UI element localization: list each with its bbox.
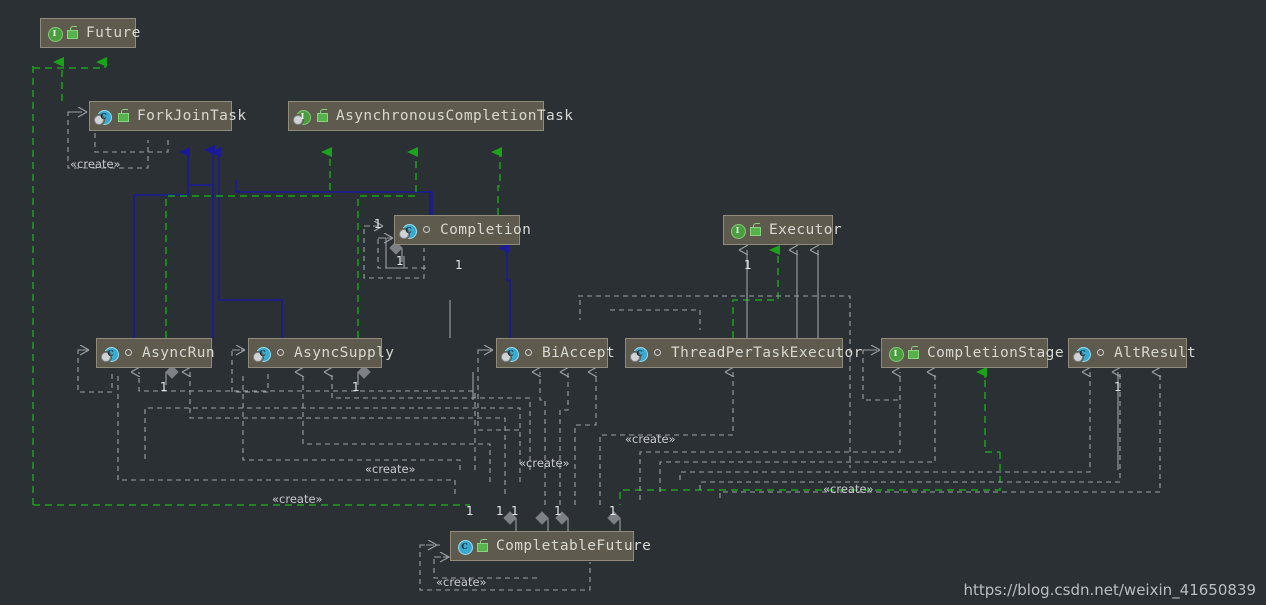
node-icons	[457, 539, 488, 555]
node-completablefuture[interactable]: CompletableFuture	[450, 531, 651, 561]
interface-icon	[888, 346, 904, 362]
cardinality-label: 1	[455, 258, 463, 272]
package-private-icon	[1096, 348, 1106, 358]
class-icon	[457, 539, 473, 555]
node-label: AsyncRun	[142, 344, 216, 361]
cardinality-label: 1	[496, 504, 504, 518]
node-asyncsupply[interactable]: AsyncSupply	[248, 338, 394, 368]
node-label: Future	[86, 24, 141, 41]
nested-interface-icon	[293, 109, 312, 125]
node-forkjointask[interactable]: ForkJoinTask	[89, 101, 246, 131]
node-label: ThreadPerTaskExecutor	[671, 344, 863, 361]
node-asyncrun[interactable]: AsyncRun	[96, 338, 216, 368]
interface-icon	[730, 223, 746, 239]
node-label: CompletableFuture	[496, 537, 652, 554]
package-private-icon	[422, 225, 432, 235]
nested-class-icon	[94, 109, 113, 125]
node-future[interactable]: Future	[40, 18, 140, 48]
node-label: AsyncSupply	[294, 344, 395, 361]
node-label: Executor	[769, 221, 843, 238]
nested-class-icon	[399, 223, 418, 239]
node-icons	[101, 346, 134, 362]
node-label: AltResult	[1114, 344, 1197, 361]
node-icons	[47, 26, 78, 42]
node-icons	[501, 346, 534, 362]
node-icons	[94, 109, 129, 125]
interface-icon	[47, 26, 63, 42]
edge-label-create: «create»	[365, 462, 416, 476]
edge-layer	[32, 57, 1266, 591]
nested-class-icon	[253, 346, 272, 362]
edge-label-create: «create»	[272, 492, 323, 506]
package-private-icon	[276, 348, 286, 358]
package-private-icon	[124, 348, 134, 358]
aggregation-edges	[165, 238, 621, 531]
uml-class-diagram: Future ForkJoinTask AsynchronousCompleti…	[0, 0, 1266, 605]
cardinality-label: 1	[160, 380, 168, 394]
edge-label-create: «create»	[70, 157, 121, 171]
cardinality-label: 1	[554, 504, 562, 518]
cardinality-label: 1	[1114, 380, 1122, 394]
cardinality-label: 1	[466, 504, 474, 518]
nested-class-icon	[630, 346, 649, 362]
node-label: Completion	[440, 221, 532, 238]
node-completion[interactable]: Completion	[394, 215, 531, 245]
node-label: CompletionStage	[927, 344, 1064, 361]
node-icons	[888, 346, 919, 362]
edge-label-create: «create»	[519, 456, 570, 470]
edge-label-create: «create»	[436, 575, 487, 589]
node-icons	[730, 223, 761, 239]
cardinality-label: 1	[352, 380, 360, 394]
watermark: https://blog.csdn.net/weixin_41650839	[963, 581, 1256, 599]
lock-icon	[749, 223, 761, 237]
cardinality-label: 1	[374, 217, 382, 231]
cardinality-label: 1	[396, 254, 404, 268]
node-icons	[630, 346, 663, 362]
node-threadpertaskexecutor[interactable]: ThreadPerTaskExecutor	[625, 338, 862, 368]
lock-icon	[907, 346, 919, 360]
cardinality-label: 1	[744, 258, 752, 272]
lock-icon	[476, 539, 488, 553]
node-completionstage[interactable]: CompletionStage	[881, 338, 1064, 368]
node-label: ForkJoinTask	[137, 107, 247, 124]
node-icons	[253, 346, 286, 362]
package-private-icon	[653, 348, 663, 358]
lock-icon	[117, 109, 129, 123]
edge-label-create: «create»	[823, 482, 874, 496]
node-biaccept[interactable]: BiAccept	[496, 338, 615, 368]
node-icons	[293, 109, 328, 125]
cardinality-label: 1	[609, 504, 617, 518]
node-label: BiAccept	[542, 344, 616, 361]
nested-class-icon	[101, 346, 120, 362]
lock-icon	[66, 26, 78, 40]
node-altresult[interactable]: AltResult	[1068, 338, 1196, 368]
cardinality-label: 1	[511, 504, 519, 518]
nested-class-icon	[1073, 346, 1092, 362]
node-icons	[1073, 346, 1106, 362]
node-label: AsynchronousCompletionTask	[336, 107, 574, 124]
lock-icon	[316, 109, 328, 123]
node-icons	[399, 223, 432, 239]
node-asynchronouscompletiontask[interactable]: AsynchronousCompletionTask	[288, 101, 573, 131]
nested-class-icon	[501, 346, 520, 362]
node-executor[interactable]: Executor	[723, 215, 842, 245]
package-private-icon	[524, 348, 534, 358]
edge-label-create: «create»	[625, 432, 676, 446]
